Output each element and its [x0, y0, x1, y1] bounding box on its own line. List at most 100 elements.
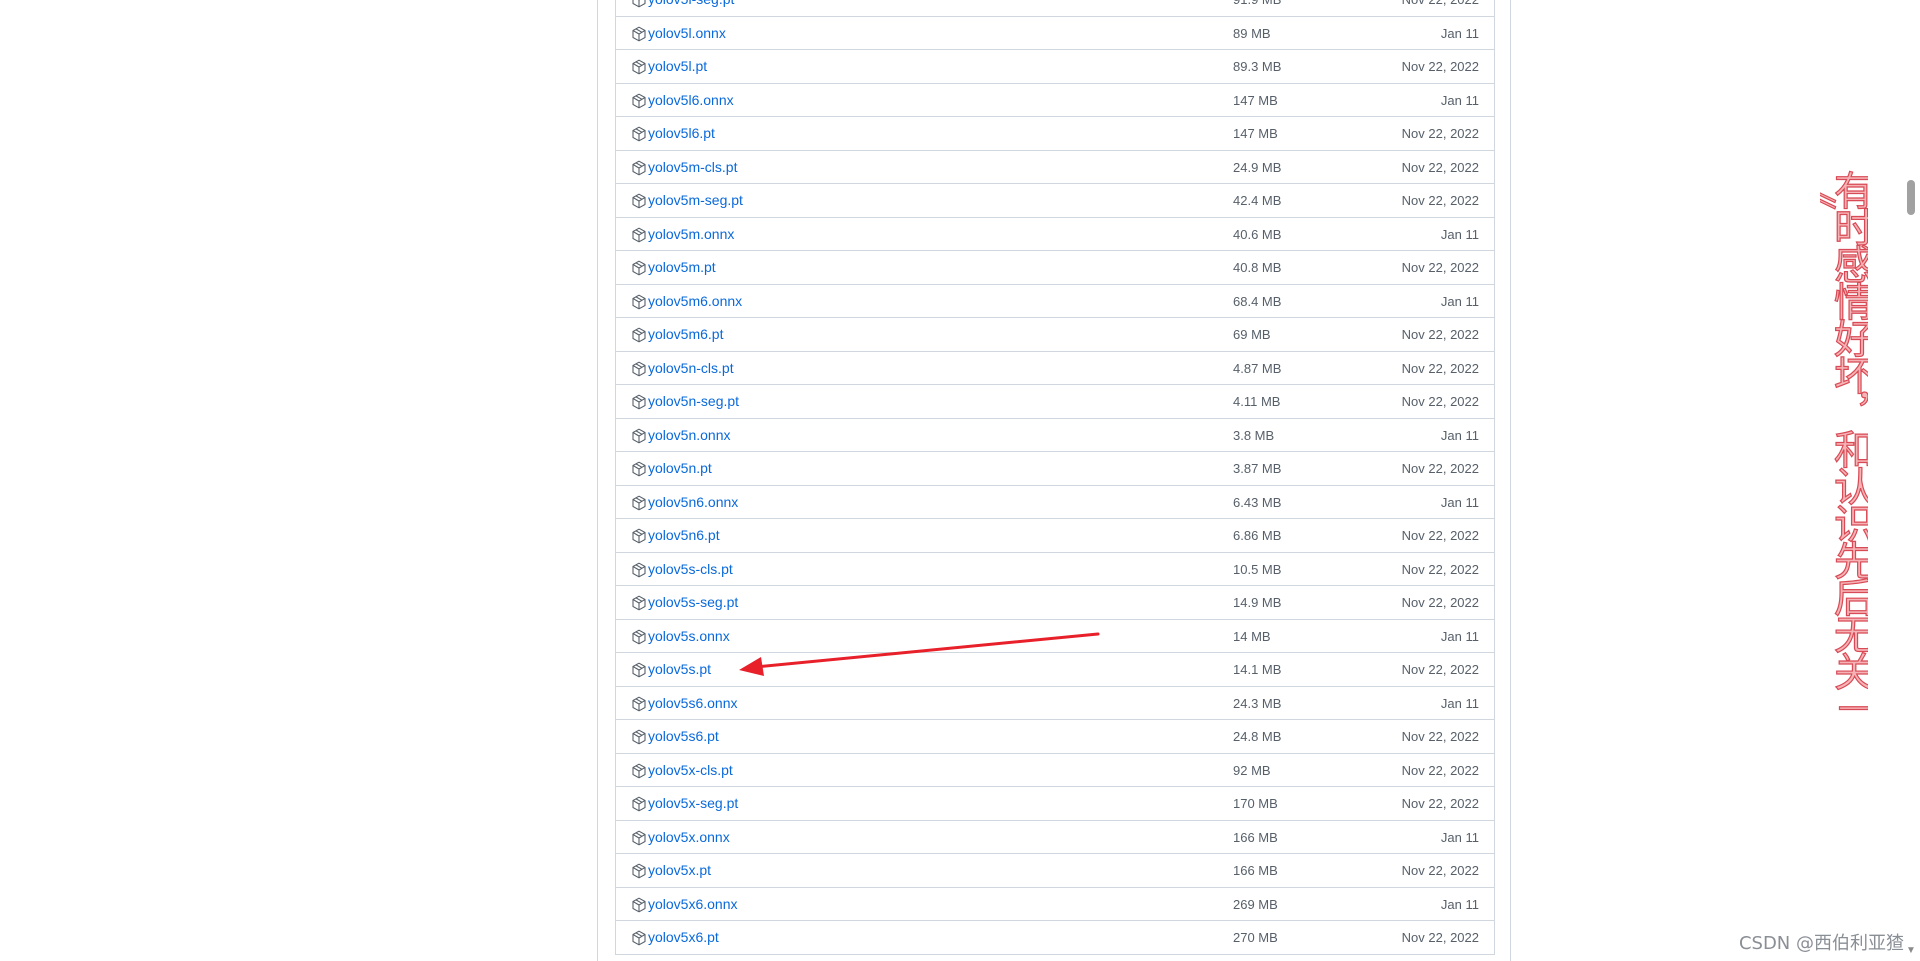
asset-name-link[interactable]: yolov5l.onnx	[648, 25, 726, 42]
asset-name-link[interactable]: yolov5s.onnx	[648, 628, 730, 645]
asset-size: 166 MB	[1233, 829, 1278, 845]
asset-name-link[interactable]: yolov5x.onnx	[648, 829, 730, 846]
asset-row-yolov5m-onnx: yolov5m.onnx 40.6 MB Jan 11	[616, 218, 1494, 251]
package-icon	[632, 562, 646, 577]
asset-row-yolov5n-cls-pt: yolov5n-cls.pt 4.87 MB Nov 22, 2022	[616, 352, 1494, 385]
asset-date: Nov 22, 2022	[1401, 126, 1479, 141]
asset-row-yolov5l-pt: yolov5l.pt 89.3 MB Nov 22, 2022	[616, 50, 1494, 84]
asset-date: Jan 11	[1440, 829, 1479, 845]
asset-size: 89 MB	[1233, 25, 1271, 41]
asset-date: Nov 22, 2022	[1401, 561, 1479, 577]
asset-date: Nov 22, 2022	[1401, 863, 1479, 878]
package-icon	[632, 260, 646, 276]
asset-row-yolov5m6-pt: yolov5m6.pt 69 MB Nov 22, 2022	[616, 318, 1494, 352]
package-icon	[632, 294, 646, 309]
asset-size: 147 MB	[1233, 126, 1278, 141]
asset-row-yolov5m6-onnx: yolov5m6.onnx 68.4 MB Jan 11	[616, 285, 1494, 318]
asset-row-yolov5s-onnx: yolov5s.onnx 14 MB Jan 11	[616, 620, 1494, 653]
assets-container: yolov5l-seg.pt 91.9 MB Nov 22, 2022 yolo…	[597, 0, 1511, 961]
asset-row-yolov5n6-pt: yolov5n6.pt 6.86 MB Nov 22, 2022	[616, 519, 1494, 553]
package-icon	[632, 930, 646, 946]
asset-date: Nov 22, 2022	[1401, 193, 1479, 208]
package-icon	[632, 528, 646, 544]
asset-name-link[interactable]: yolov5m-seg.pt	[648, 192, 743, 209]
scroll-down-arrow-icon[interactable]: ▼	[1906, 946, 1916, 956]
asset-date: Nov 22, 2022	[1402, 0, 1479, 8]
asset-name-link[interactable]: yolov5l.pt	[648, 58, 707, 75]
package-icon	[632, 696, 646, 711]
asset-name-link[interactable]: yolov5m.onnx	[648, 226, 734, 243]
asset-row-yolov5n-onnx: yolov5n.onnx 3.8 MB Jan 11	[616, 419, 1494, 452]
package-icon	[632, 227, 646, 242]
asset-row-yolov5s6-onnx: yolov5s6.onnx 24.3 MB Jan 11	[616, 687, 1494, 720]
asset-name-link[interactable]: yolov5n.pt	[648, 460, 712, 477]
package-icon	[632, 461, 646, 477]
vertical-side-note: 有时感情好坏，和认识先后无关－《	[1820, 170, 1868, 726]
asset-name-link[interactable]: yolov5n-cls.pt	[648, 360, 734, 377]
assets-list: yolov5l-seg.pt 91.9 MB Nov 22, 2022 yolo…	[615, 0, 1495, 955]
package-icon	[632, 763, 646, 778]
asset-name-link[interactable]: yolov5l-seg.pt	[648, 0, 734, 8]
package-icon	[632, 394, 646, 410]
asset-name-link[interactable]: yolov5m-cls.pt	[648, 159, 737, 176]
package-icon	[632, 595, 646, 611]
package-icon	[632, 193, 646, 209]
asset-size: 4.11 MB	[1233, 394, 1281, 409]
package-icon	[632, 662, 646, 678]
asset-date: Jan 11	[1440, 92, 1479, 108]
asset-row-yolov5x-cls-pt: yolov5x-cls.pt 92 MB Nov 22, 2022	[616, 754, 1494, 787]
asset-date: Jan 11	[1440, 427, 1479, 443]
package-icon	[632, 428, 646, 443]
asset-date: Nov 22, 2022	[1401, 729, 1479, 744]
asset-row-yolov5s6-pt: yolov5s6.pt 24.8 MB Nov 22, 2022	[616, 720, 1494, 754]
asset-name-link[interactable]: yolov5n6.pt	[648, 527, 720, 544]
asset-name-link[interactable]: yolov5l6.onnx	[648, 92, 734, 109]
asset-size: 14.1 MB	[1233, 662, 1282, 677]
asset-row-yolov5m-pt: yolov5m.pt 40.8 MB Nov 22, 2022	[616, 251, 1494, 285]
asset-date: Nov 22, 2022	[1401, 327, 1479, 342]
asset-row-yolov5x6-pt: yolov5x6.pt 270 MB Nov 22, 2022	[616, 921, 1494, 955]
asset-name-link[interactable]: yolov5s6.pt	[648, 728, 719, 745]
asset-date: Jan 11	[1440, 494, 1479, 510]
asset-size: 4.87 MB	[1233, 360, 1282, 376]
asset-size: 270 MB	[1233, 930, 1278, 945]
asset-size: 269 MB	[1233, 896, 1278, 912]
asset-name-link[interactable]: yolov5m6.onnx	[648, 293, 742, 310]
asset-name-link[interactable]: yolov5n.onnx	[648, 427, 731, 444]
asset-row-yolov5n-pt: yolov5n.pt 3.87 MB Nov 22, 2022	[616, 452, 1494, 486]
asset-name-link[interactable]: yolov5m.pt	[648, 259, 716, 276]
scrollbar-thumb[interactable]	[1907, 180, 1915, 215]
asset-row-yolov5m-seg-pt: yolov5m-seg.pt 42.4 MB Nov 22, 2022	[616, 184, 1494, 218]
asset-size: 14 MB	[1233, 628, 1271, 644]
asset-name-link[interactable]: yolov5s-cls.pt	[648, 561, 733, 578]
package-icon	[632, 59, 646, 75]
asset-row-yolov5l-seg-pt: yolov5l-seg.pt 91.9 MB Nov 22, 2022	[616, 0, 1494, 17]
asset-name-link[interactable]: yolov5s6.onnx	[648, 695, 738, 712]
asset-row-yolov5x6-onnx: yolov5x6.onnx 269 MB Jan 11	[616, 888, 1494, 921]
package-icon	[632, 863, 646, 879]
asset-name-link[interactable]: yolov5n6.onnx	[648, 494, 738, 511]
package-icon	[632, 126, 646, 142]
asset-date: Jan 11	[1440, 896, 1479, 912]
package-icon	[632, 26, 646, 41]
package-icon	[632, 93, 646, 108]
asset-size: 6.86 MB	[1233, 528, 1282, 543]
asset-name-link[interactable]: yolov5s.pt	[648, 661, 711, 678]
asset-row-yolov5l6-pt: yolov5l6.pt 147 MB Nov 22, 2022	[616, 117, 1494, 151]
asset-name-link[interactable]: yolov5m6.pt	[648, 326, 723, 343]
asset-name-link[interactable]: yolov5s-seg.pt	[648, 594, 738, 611]
asset-name-link[interactable]: yolov5n-seg.pt	[648, 393, 739, 410]
asset-date: Jan 11	[1440, 695, 1479, 711]
asset-size: 10.5 MB	[1233, 561, 1282, 577]
asset-name-link[interactable]: yolov5x-seg.pt	[648, 795, 738, 812]
package-icon	[632, 361, 646, 376]
release-assets-page: yolov5l-seg.pt 91.9 MB Nov 22, 2022 yolo…	[0, 0, 1920, 961]
asset-date: Nov 22, 2022	[1401, 394, 1479, 409]
asset-name-link[interactable]: yolov5x6.onnx	[648, 896, 738, 913]
asset-size: 6.43 MB	[1233, 494, 1282, 510]
asset-name-link[interactable]: yolov5l6.pt	[648, 125, 715, 142]
asset-name-link[interactable]: yolov5x.pt	[648, 862, 711, 879]
asset-name-link[interactable]: yolov5x-cls.pt	[648, 762, 733, 779]
asset-size: 24.9 MB	[1233, 159, 1282, 175]
asset-name-link[interactable]: yolov5x6.pt	[648, 929, 719, 946]
